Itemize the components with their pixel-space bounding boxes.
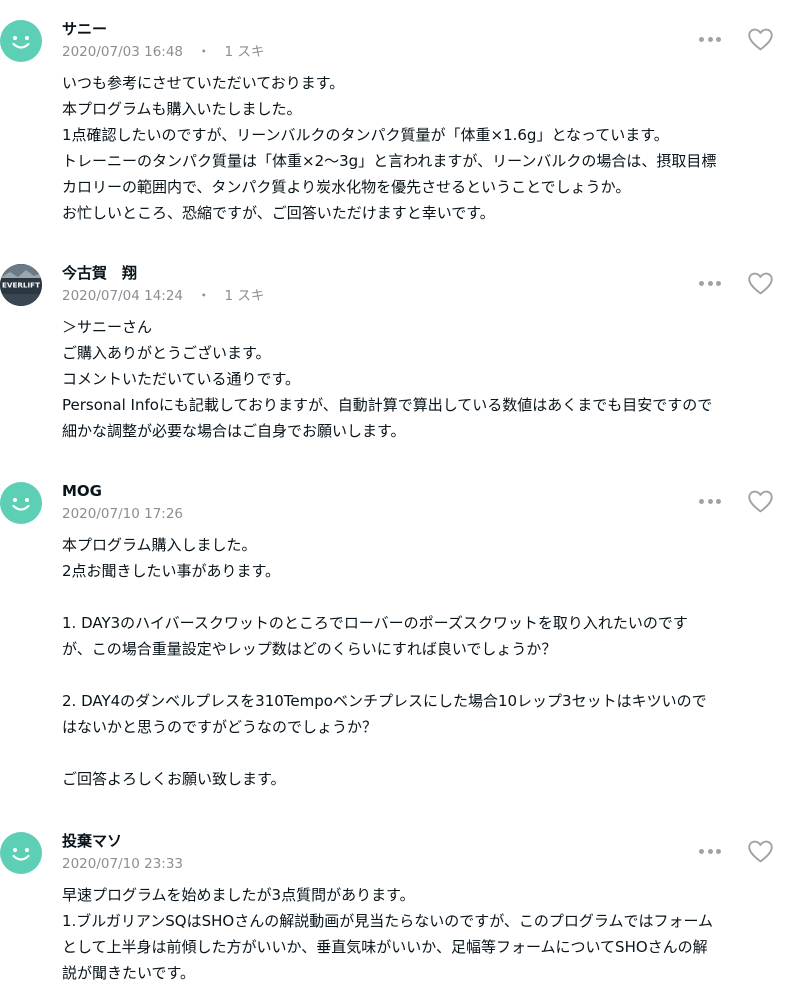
comment-line: ご購入ありがとうございます。	[62, 344, 271, 362]
comment-date: 2020/07/10 23:33	[62, 856, 184, 872]
comment-body: 早速プログラムを始めましたが3点質問があります。 1.ブルガリアンSQはSHOさ…	[62, 882, 787, 986]
comment-line: ご回答よろしくお願い致します。	[62, 770, 286, 788]
comment-line: コメントいただいている通りです。	[62, 370, 301, 388]
comment-line: トレーニーのタンパク質量は「体重×2〜3g」と言われますが、リーンバルクの場合は…	[62, 152, 717, 170]
comment-meta: 2020/07/03 16:48 ・ 1 スキ	[62, 44, 264, 61]
svg-text:EVERLIFT: EVERLIFT	[2, 281, 40, 290]
comment-meta: 2020/07/04 14:24 ・ 1 スキ	[62, 288, 264, 305]
comment-line: 1. DAY3のハイバースクワットのところでローバーのポーズスクワットを取り入れ…	[62, 614, 688, 632]
avatar[interactable]	[0, 832, 42, 874]
comment-line	[62, 740, 787, 766]
comment-line: 本プログラム購入しました。	[62, 536, 257, 554]
comment-line: 本プログラムも購入いたしました。	[62, 100, 302, 118]
comment-line	[62, 584, 787, 610]
more-dots-icon[interactable]	[699, 36, 721, 42]
heart-outline-icon[interactable]	[748, 272, 773, 295]
more-dots-icon[interactable]	[699, 498, 721, 504]
comment-meta: 2020/07/10 23:33	[62, 856, 183, 873]
heart-outline-icon[interactable]	[748, 490, 773, 513]
everlift-logo-avatar: EVERLIFT	[0, 264, 42, 306]
like-count[interactable]: 1 スキ	[225, 44, 265, 60]
comment-date: 2020/07/10 17:26	[62, 506, 184, 522]
comment-line: いつも参考にさせていただいております。	[62, 74, 345, 92]
meta-separator: ・	[197, 288, 211, 304]
comment-line: はないかと思うのですがどうなのでしょうか？	[62, 718, 378, 736]
heart-outline-icon[interactable]	[748, 840, 773, 863]
avatar[interactable]	[0, 482, 42, 524]
comment-author[interactable]: サニー	[62, 20, 107, 38]
comment-line: 1点確認したいのですが、リーンバルクのタンパク質量が「体重×1.6g」となってい…	[62, 126, 669, 144]
comment-line: 1.ブルガリアンSQはSHOさんの解説動画が見当たらないのですが、このプログラム…	[62, 912, 714, 930]
comment-line: カロリーの範囲内で、タンパク質より炭水化物を優先させるということでしょうか。	[62, 178, 631, 196]
comment-date: 2020/07/04 14:24	[62, 288, 184, 304]
comment-author[interactable]: MOG	[62, 482, 102, 500]
smiley-icon	[12, 498, 30, 511]
comment-line: が、この場合重量設定やレップ数はどのくらいにすれば良いでしょうか？	[62, 640, 557, 658]
comment-line: 早速プログラムを始めましたが3点質問があります。	[62, 886, 415, 904]
comment-line: お忙しいところ、恐縮ですが、ご回答いただけますと幸いです。	[62, 204, 495, 222]
comment-body: ＞サニーさん ご購入ありがとうございます。 コメントいただいている通りです。 P…	[62, 314, 787, 444]
comment-author[interactable]: 投棄マソ	[62, 832, 122, 850]
comment-line: ＞サニーさん	[62, 318, 153, 336]
comment-line	[62, 662, 787, 688]
avatar[interactable]: EVERLIFT	[0, 264, 42, 306]
comment-body: 本プログラム購入しました。 2点お聞きしたい事があります。 1. DAY3のハイ…	[62, 532, 787, 792]
comment-line: 2点お聞きしたい事があります。	[62, 562, 281, 580]
more-dots-icon[interactable]	[699, 848, 721, 854]
heart-outline-icon[interactable]	[748, 28, 773, 51]
smiley-icon	[12, 848, 30, 861]
meta-separator: ・	[197, 44, 211, 60]
more-dots-icon[interactable]	[699, 280, 721, 286]
comment-line: として上半身は前傾した方がいいか、垂直気味がいいか、足幅等フォームについてSHO…	[62, 938, 708, 956]
comment-line: 2. DAY4のダンベルプレスを310Tempoベンチプレスにした場合10レップ…	[62, 692, 707, 710]
comment-meta: 2020/07/10 17:26	[62, 506, 183, 523]
like-count[interactable]: 1 スキ	[225, 288, 265, 304]
comment-date: 2020/07/03 16:48	[62, 44, 184, 60]
comment-line: 細かな調整が必要な場合はご自身でお願いします。	[62, 422, 406, 440]
smiley-icon	[12, 36, 30, 49]
comment-body: いつも参考にさせていただいております。 本プログラムも購入いたしました。 1点確…	[62, 70, 787, 226]
comment-line: 説が聞きたいです。	[62, 964, 196, 982]
avatar[interactable]	[0, 20, 42, 62]
comment-line: Personal Infoにも記載しておりますが、自動計算で算出している数値はあ…	[62, 396, 713, 414]
comment-author[interactable]: 今古賀 翔	[62, 264, 137, 282]
